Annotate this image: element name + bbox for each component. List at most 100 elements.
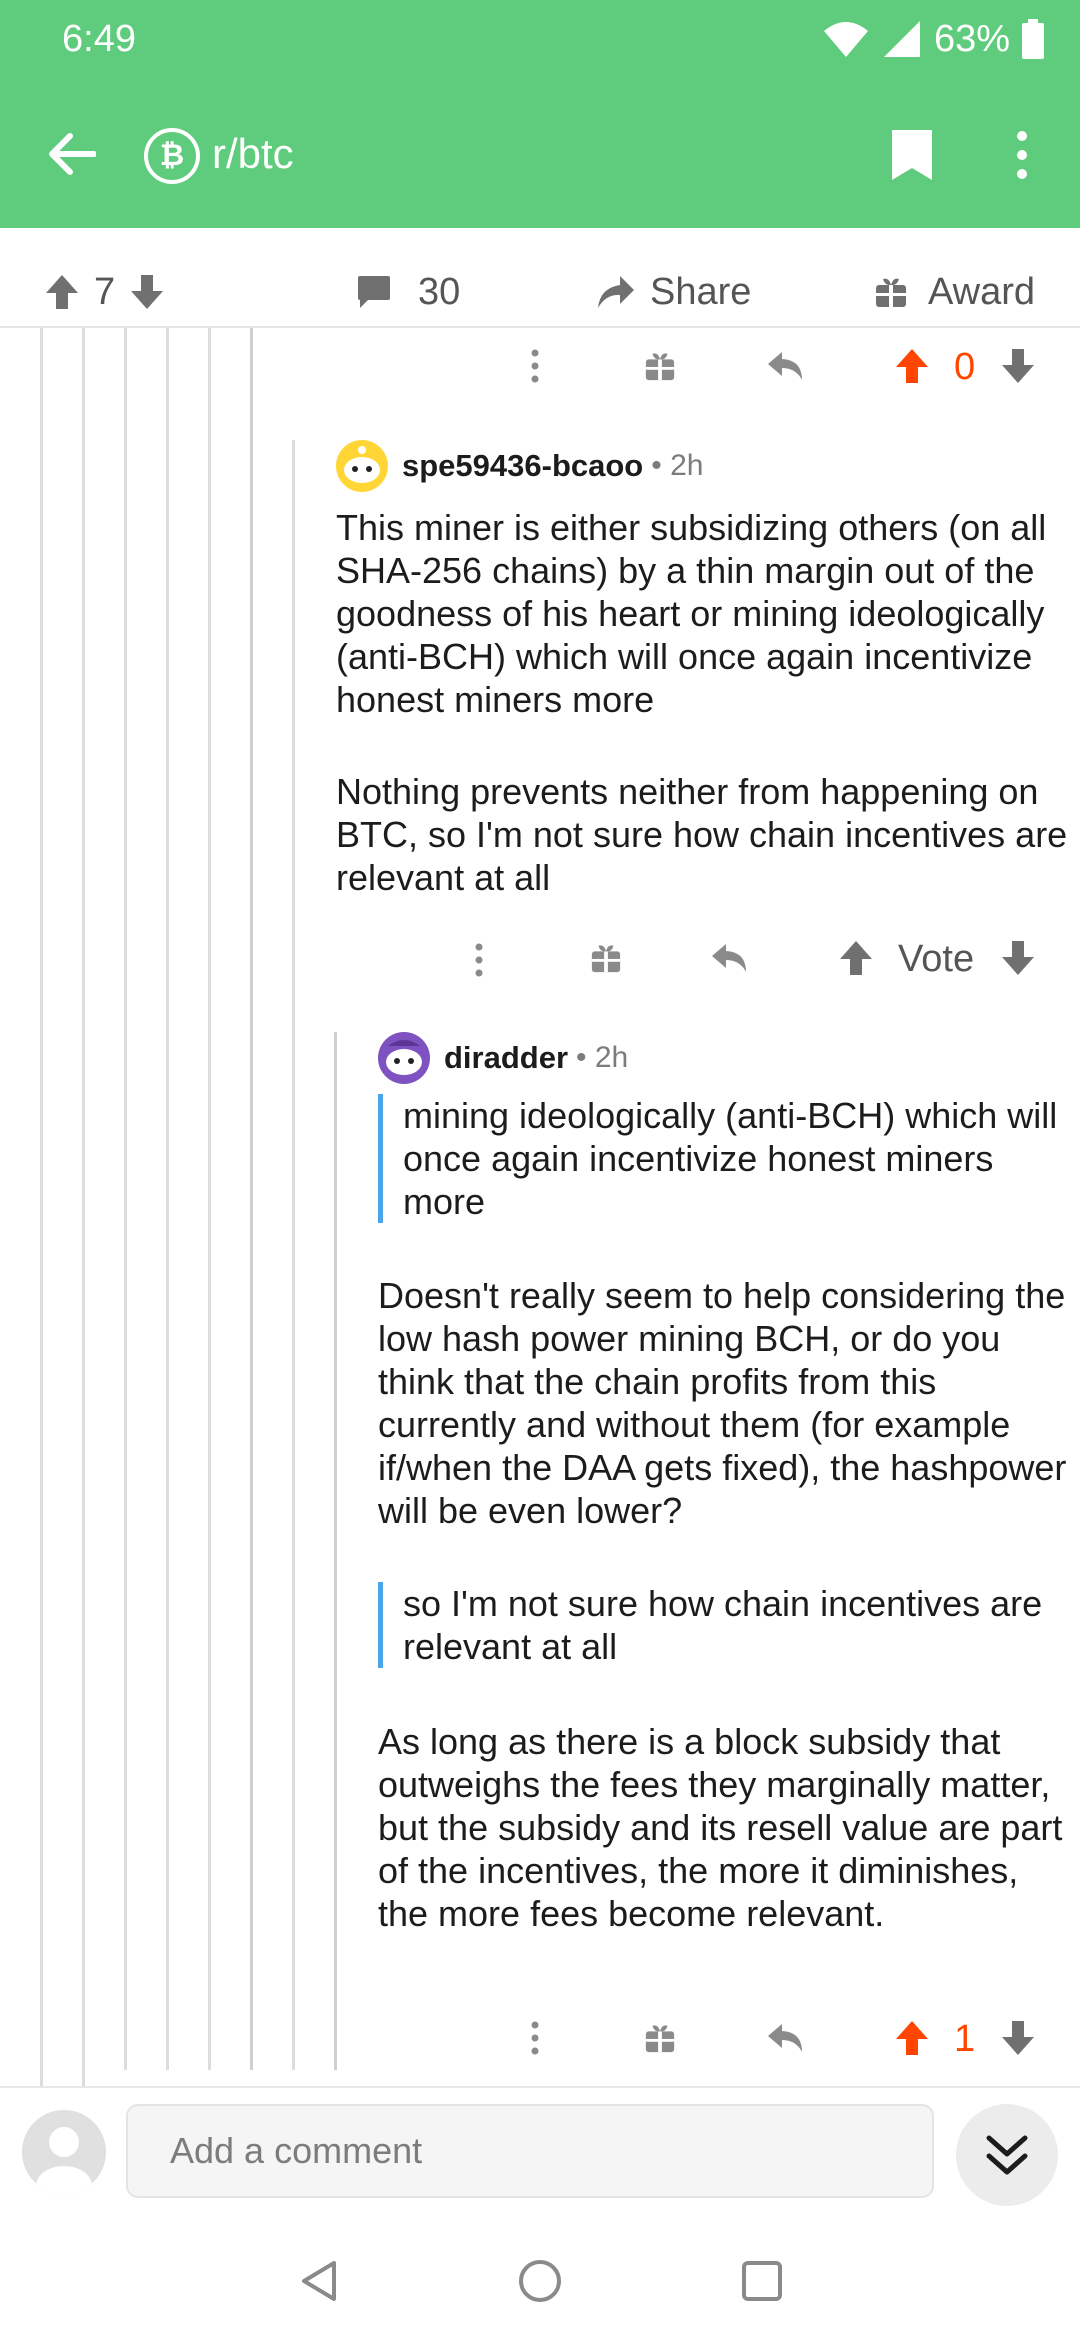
- thread-line: [250, 328, 253, 2070]
- downvote-icon: [1002, 349, 1034, 383]
- jump-next-comment-button[interactable]: [956, 2104, 1058, 2206]
- comment-timestamp: • 2h: [651, 449, 704, 482]
- system-nav-bar: [0, 2226, 1080, 2340]
- upvote-icon: [840, 941, 872, 975]
- signal-icon: [883, 21, 920, 57]
- award-label: Award: [928, 270, 1036, 313]
- comments-button[interactable]: 30: [356, 266, 460, 318]
- gift-icon: [591, 945, 621, 973]
- upvote-icon[interactable]: [44, 273, 80, 311]
- battery-percent: 63%: [933, 17, 1010, 60]
- thread-line: [292, 440, 295, 2070]
- app-bar: 6:49 63% ₿ r/btc: [0, 0, 1080, 228]
- reply-icon: [712, 944, 746, 972]
- comment-author-row: diradder • 2h: [378, 1032, 628, 1084]
- comment-reply-button[interactable]: [708, 938, 752, 978]
- nav-home-icon: [519, 2260, 561, 2302]
- post-score: 7: [94, 270, 116, 313]
- comment-award-button[interactable]: [586, 938, 626, 978]
- thread-line: [82, 328, 85, 2086]
- comment-reply-button[interactable]: [764, 2018, 808, 2058]
- share-icon: [598, 276, 634, 308]
- gift-icon: [645, 353, 675, 381]
- comment-composer: Add a comment: [0, 2086, 1080, 2226]
- back-arrow-icon: [49, 133, 96, 175]
- battery-icon: [1022, 19, 1044, 59]
- gift-icon: [645, 2025, 675, 2053]
- award-button[interactable]: Award: [874, 266, 1035, 318]
- more-vert-icon: [531, 349, 539, 383]
- thread-line: [208, 328, 211, 2070]
- blockquote: so I'm not sure how chain incentives are…: [378, 1582, 1068, 1668]
- nav-back-icon: [302, 2261, 336, 2301]
- comment-timestamp: • 2h: [576, 1041, 629, 1074]
- comment-award-button[interactable]: [640, 2018, 680, 2058]
- avatar[interactable]: [336, 440, 388, 492]
- bitcoin-icon[interactable]: ₿: [144, 128, 200, 184]
- comment-body-paragraph: As long as there is a block subsidy that…: [378, 1721, 1063, 1934]
- comment-reply-button[interactable]: [764, 346, 808, 386]
- comment-downvote[interactable]: [998, 2016, 1038, 2060]
- more-options-button[interactable]: [1000, 120, 1044, 190]
- upvote-icon: [896, 2021, 928, 2055]
- comment-more-button[interactable]: [520, 2018, 550, 2058]
- user-avatar-icon: [36, 2127, 92, 2194]
- upvote-icon: [896, 349, 928, 383]
- comment-vote-label: Vote: [898, 938, 975, 980]
- status-icons: 63%: [822, 14, 1044, 64]
- downvote-icon: [1002, 941, 1034, 975]
- bookmark-icon: [892, 130, 932, 180]
- nav-back-button[interactable]: [285, 2246, 355, 2316]
- comment-username[interactable]: diradder: [444, 1040, 568, 1076]
- comment-author-row: spe59436-bcaoo • 2h: [336, 440, 703, 492]
- thread-line: [124, 328, 127, 2070]
- comment-upvote[interactable]: [836, 936, 876, 980]
- status-time: 6:49: [62, 18, 136, 60]
- comment-downvote[interactable]: [998, 936, 1038, 980]
- blockquote: mining ideologically (anti-BCH) which wi…: [378, 1094, 1068, 1223]
- comment-more-button[interactable]: [464, 940, 494, 980]
- thread-line: [166, 328, 169, 2070]
- comment-icon: [358, 276, 390, 308]
- more-vert-icon: [1017, 131, 1027, 179]
- reply-icon: [768, 2024, 802, 2052]
- downvote-icon[interactable]: [129, 273, 165, 311]
- add-comment-input[interactable]: Add a comment: [126, 2104, 934, 2198]
- comment-body-paragraph: This miner is either subsidizing others …: [336, 507, 1047, 720]
- nav-recents-icon: [742, 2261, 782, 2301]
- downvote-icon: [1002, 2021, 1034, 2055]
- chevron-double-down-icon: [986, 2135, 1028, 2175]
- more-vert-icon: [475, 943, 483, 977]
- comment-body-paragraph: Doesn't really seem to help considering …: [378, 1275, 1067, 1531]
- comment-downvote[interactable]: [998, 344, 1038, 388]
- reply-icon: [768, 352, 802, 380]
- thread-line: [334, 1032, 337, 2070]
- comment-more-button[interactable]: [520, 346, 550, 386]
- comment-count: 30: [418, 270, 461, 313]
- share-label: Share: [650, 270, 752, 313]
- gift-icon: [876, 278, 906, 307]
- snoo-avatar-icon: [344, 446, 380, 483]
- comment-score: 1: [954, 2018, 976, 2060]
- post-vote-group: 7: [44, 266, 165, 318]
- comment-score: 0: [954, 346, 976, 388]
- comment-award-button[interactable]: [640, 346, 680, 386]
- comment-upvote[interactable]: [892, 2016, 932, 2060]
- subreddit-name[interactable]: r/btc: [212, 130, 294, 178]
- more-vert-icon: [531, 2021, 539, 2055]
- share-button[interactable]: Share: [596, 266, 751, 318]
- comment-body-paragraph: Nothing prevents neither from happening …: [336, 771, 1068, 898]
- post-action-bar: 7 30 Share Award: [0, 258, 1080, 328]
- snoo-avatar-icon: [386, 1040, 422, 1075]
- thread-line: [40, 328, 43, 2086]
- nav-recents-button[interactable]: [727, 2246, 797, 2316]
- comment-username[interactable]: spe59436-bcaoo: [402, 448, 643, 484]
- bookmark-button[interactable]: [880, 120, 944, 190]
- avatar[interactable]: [22, 2110, 106, 2194]
- nav-home-button[interactable]: [505, 2246, 575, 2316]
- avatar[interactable]: [378, 1032, 430, 1084]
- back-button[interactable]: [40, 124, 104, 184]
- comment-upvote[interactable]: [892, 344, 932, 388]
- toolbar: ₿ r/btc: [0, 112, 1080, 196]
- wifi-icon: [823, 22, 868, 57]
